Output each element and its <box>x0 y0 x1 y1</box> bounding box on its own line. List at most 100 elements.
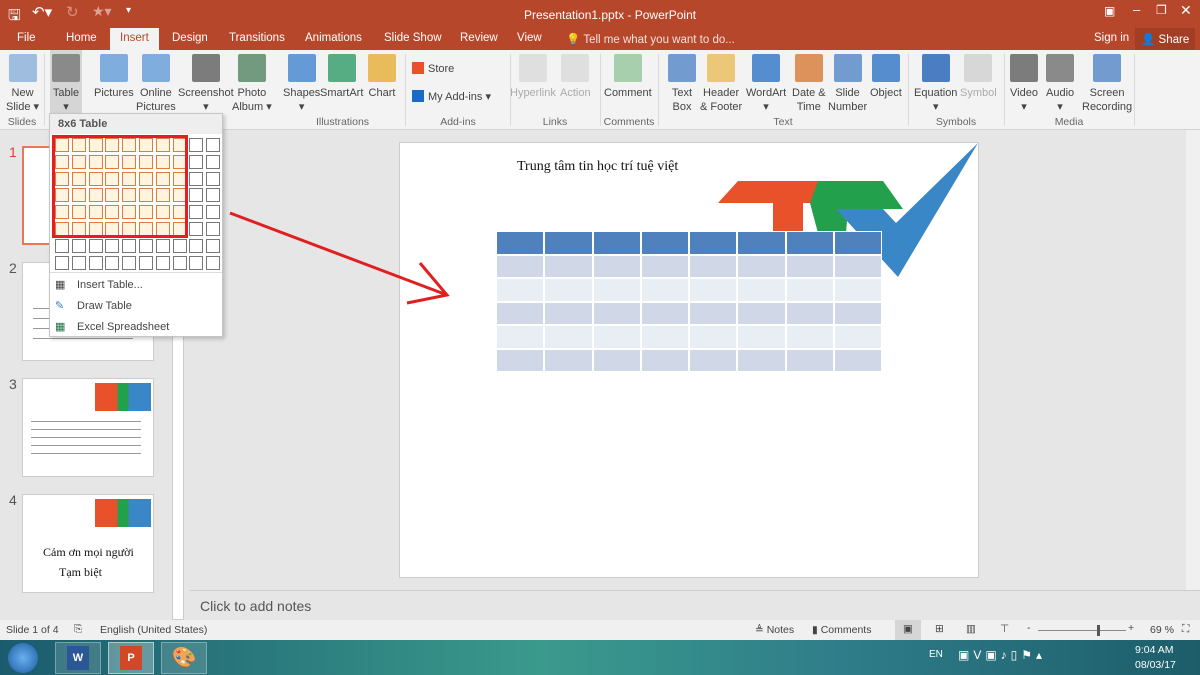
table-cell[interactable] <box>592 325 641 349</box>
table-cell[interactable] <box>689 254 738 278</box>
table-cell[interactable] <box>640 325 689 349</box>
table-cell[interactable] <box>833 254 882 278</box>
table-cell[interactable] <box>544 348 593 372</box>
table-grid-cell[interactable] <box>71 238 86 253</box>
ribbon-button-equation[interactable]: Equation ▾ <box>914 54 957 114</box>
table-grid-cell[interactable] <box>71 255 86 270</box>
table-cell[interactable] <box>833 278 882 302</box>
table-header-cell[interactable] <box>592 231 641 255</box>
table-header-cell[interactable] <box>640 231 689 255</box>
table-cell[interactable] <box>496 348 545 372</box>
table-grid-cell[interactable] <box>206 154 221 169</box>
ribbon-button-comment[interactable]: Comment <box>604 54 652 100</box>
ribbon-button-header[interactable]: Header & Footer <box>700 54 742 114</box>
my-addins-button[interactable]: My Add-ins ▾ <box>412 90 491 103</box>
windows-start-button[interactable] <box>8 643 38 673</box>
ribbon-button-photo[interactable]: Photo Album ▾ <box>232 54 272 114</box>
slide-thumbnail-4[interactable]: Cảm ơn mọi người Tạm biệt <box>22 494 154 593</box>
sign-in-link[interactable]: Sign in <box>1094 32 1129 44</box>
ribbon-button-slide[interactable]: Slide Number <box>828 54 867 114</box>
table-grid-cell[interactable] <box>139 238 153 253</box>
language-indicator[interactable]: English (United States) <box>100 624 207 636</box>
table-grid-cell[interactable] <box>189 255 204 270</box>
ribbon-button-video[interactable]: Video ▾ <box>1010 54 1038 114</box>
zoom-level[interactable]: 69 % <box>1150 624 1174 636</box>
ribbon-button-screen[interactable]: Screen Recording <box>1082 54 1132 114</box>
table-cell[interactable] <box>785 254 834 278</box>
tell-me-search[interactable]: 💡 Tell me what you want to do... <box>566 32 735 46</box>
zoom-in-button[interactable]: + <box>1128 622 1134 634</box>
table-cell[interactable] <box>833 325 882 349</box>
table-cell[interactable] <box>496 278 545 302</box>
table-cell[interactable] <box>640 254 689 278</box>
comments-button[interactable]: ▮ Comments <box>812 624 871 636</box>
ribbon-button-audio[interactable]: Audio ▾ <box>1046 54 1074 114</box>
table-grid-cell[interactable] <box>155 238 170 253</box>
table-cell[interactable] <box>737 301 786 325</box>
tab-transitions[interactable]: Transitions <box>229 32 285 44</box>
table-cell[interactable] <box>544 254 593 278</box>
slide-table[interactable] <box>496 231 882 372</box>
paint-taskbar-button[interactable]: 🎨 <box>161 642 207 674</box>
clock-date[interactable]: 08/03/17 <box>1135 659 1176 671</box>
table-cell[interactable] <box>592 254 641 278</box>
table-grid-cell[interactable] <box>172 238 187 253</box>
table-grid-cell[interactable] <box>206 171 221 186</box>
tab-view[interactable]: View <box>517 32 542 44</box>
table-cell[interactable] <box>737 325 786 349</box>
zoom-slider[interactable] <box>1038 630 1126 631</box>
table-grid-cell[interactable] <box>189 138 204 152</box>
table-cell[interactable] <box>737 254 786 278</box>
table-grid-cell[interactable] <box>206 188 221 203</box>
slideshow-icon[interactable]: ⊤ <box>1000 623 1009 635</box>
table-grid-cell[interactable] <box>206 238 221 253</box>
table-cell[interactable] <box>640 278 689 302</box>
undo-icon[interactable]: ↶▾ <box>32 3 52 21</box>
table-header-cell[interactable] <box>496 231 545 255</box>
menu-excel-spreadsheet[interactable]: ▦ Excel Spreadsheet <box>50 318 222 338</box>
tab-design[interactable]: Design <box>172 32 208 44</box>
table-header-cell[interactable] <box>737 231 786 255</box>
tab-home[interactable]: Home <box>66 32 97 44</box>
table-cell[interactable] <box>785 278 834 302</box>
minimize-icon[interactable]: – <box>1133 2 1140 17</box>
table-grid-cell[interactable] <box>206 222 221 236</box>
table-cell[interactable] <box>592 278 641 302</box>
store-button[interactable]: Store <box>412 62 454 75</box>
redo-icon[interactable]: ↻ <box>66 3 79 21</box>
table-cell[interactable] <box>544 325 593 349</box>
table-header-cell[interactable] <box>544 231 593 255</box>
table-grid-cell[interactable] <box>189 222 204 236</box>
reading-view-icon[interactable]: ▥ <box>966 623 976 635</box>
table-grid-cell[interactable] <box>206 138 221 152</box>
table-cell[interactable] <box>689 325 738 349</box>
table-grid-cell[interactable] <box>55 255 69 270</box>
table-grid-cell[interactable] <box>189 205 204 220</box>
ribbon-button-online[interactable]: Online Pictures <box>136 54 176 114</box>
slide-canvas[interactable]: Trung tâm tin học trí tuệ việt <box>399 142 979 578</box>
table-grid-cell[interactable] <box>105 255 120 270</box>
table-grid-cell[interactable] <box>88 255 103 270</box>
system-tray-icons[interactable]: ▣V▣♪▯⚑▴ <box>958 648 1046 662</box>
table-grid-cell[interactable] <box>206 205 221 220</box>
table-cell[interactable] <box>689 301 738 325</box>
tab-animations[interactable]: Animations <box>305 32 362 44</box>
table-header-cell[interactable] <box>833 231 882 255</box>
table-grid-cell[interactable] <box>105 238 120 253</box>
ribbon-button-table[interactable]: Table ▾ <box>50 50 82 114</box>
share-button[interactable]: 👤 Share <box>1135 28 1196 50</box>
table-grid-cell[interactable] <box>55 238 69 253</box>
table-grid-cell[interactable] <box>189 154 204 169</box>
save-icon[interactable]: 🖫 <box>8 5 21 30</box>
table-grid-cell[interactable] <box>189 171 204 186</box>
normal-view-icon[interactable]: ▣ <box>895 620 921 640</box>
table-cell[interactable] <box>592 301 641 325</box>
notes-pane[interactable]: Click to add notes <box>190 590 1200 620</box>
table-cell[interactable] <box>785 325 834 349</box>
table-cell[interactable] <box>592 348 641 372</box>
table-cell[interactable] <box>640 301 689 325</box>
table-grid-cell[interactable] <box>206 255 221 270</box>
powerpoint-taskbar-button[interactable]: P <box>108 642 154 674</box>
tab-review[interactable]: Review <box>460 32 498 44</box>
word-taskbar-button[interactable]: W <box>55 642 101 674</box>
